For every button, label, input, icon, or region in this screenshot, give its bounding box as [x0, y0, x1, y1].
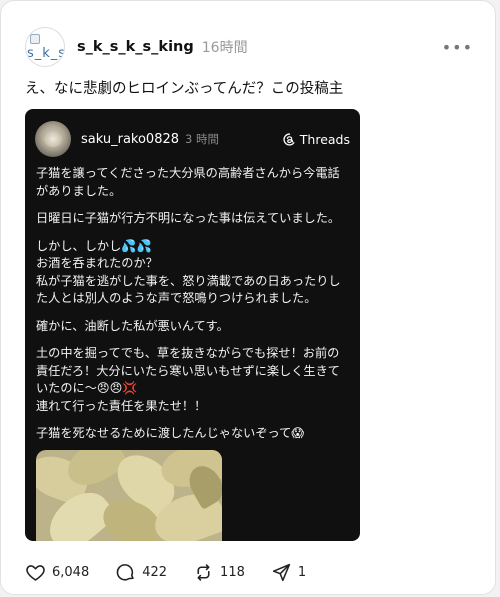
threads-logo-icon	[283, 132, 295, 146]
repost-icon	[197, 563, 210, 581]
avatar[interactable]: s_k_s	[25, 27, 65, 67]
post-header: s_k_s s_k_s_k_s_king 16時間 •••	[25, 25, 477, 69]
broken-image-icon	[30, 34, 40, 44]
paragraph: 子猫を死なせるために渡したんじゃないぞって😱	[36, 426, 305, 440]
share-icon	[272, 563, 291, 581]
paragraph: 日曜日に子猫が行方不明になった事は伝えていました。	[36, 211, 341, 225]
cat-image	[44, 131, 62, 147]
embedded-header: saku_rako0828 3 時間 Threads	[35, 119, 350, 159]
embedded-username[interactable]: saku_rako0828	[81, 132, 179, 147]
repost-button[interactable]: 118	[193, 562, 245, 583]
avatar-alt-text: s_k_s	[27, 46, 65, 61]
action-bar: 6,048 422 118 1	[25, 561, 475, 583]
post-time[interactable]: 16時間	[202, 37, 248, 57]
leaves-photo[interactable]	[36, 450, 222, 541]
heart-icon	[26, 564, 45, 581]
like-count: 6,048	[52, 564, 90, 580]
threads-label: Threads	[299, 131, 350, 147]
like-button[interactable]: 6,048	[25, 562, 89, 583]
username[interactable]: s_k_s_k_s_king	[77, 39, 194, 55]
embedded-post[interactable]: saku_rako0828 3 時間 Threads 子猫を譲ってくださった大分…	[25, 109, 360, 541]
share-button[interactable]: 1	[271, 562, 306, 583]
embedded-time: 3 時間	[185, 132, 220, 146]
embedded-avatar[interactable]	[35, 121, 71, 157]
reply-button[interactable]: 422	[115, 562, 167, 583]
paragraph: 確かに、油断した私が悪いんてす。	[36, 318, 229, 333]
paragraph: 子猫を譲ってくださった大分県の高齢者さんから今電話がありました。	[36, 166, 340, 198]
threads-badge[interactable]: Threads	[283, 132, 350, 147]
comment-icon	[116, 563, 134, 581]
share-count: 1	[297, 564, 307, 580]
post-card: s_k_s s_k_s_k_s_king 16時間 ••• え、なに悲劇のヒロイ…	[0, 0, 496, 595]
repost-count: 118	[220, 564, 245, 580]
more-icon[interactable]: •••	[438, 34, 477, 61]
post-caption: え、なに悲劇のヒロインぶってんだ？この投稿主	[25, 81, 344, 97]
reply-count: 422	[142, 564, 168, 580]
paragraph: 土の中を掘ってでも、草を抜きながらでも探せ！お前の責任だろ！大分にいたら寒い思い…	[36, 346, 340, 413]
embedded-body: 子猫を譲ってくださった大分県の高齢者さんから今電話がありました。 日曜日に子猫が…	[36, 165, 350, 453]
paragraph: しかし、しかし💦💦 お酒を呑まれたのか？ 私が子猫を逃がした事を、怒り満載であの…	[36, 238, 341, 306]
